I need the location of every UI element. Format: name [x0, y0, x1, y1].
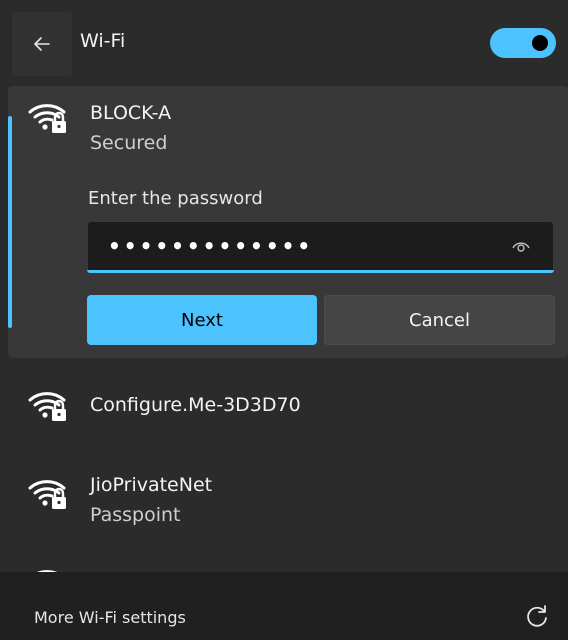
wifi-secured-icon — [28, 104, 66, 133]
back-button[interactable] — [12, 12, 72, 76]
wifi-secured-icon — [28, 392, 66, 421]
next-button[interactable]: Next — [87, 295, 317, 345]
network-name[interactable]: JioPrivateNet — [90, 474, 212, 496]
refresh-icon[interactable] — [524, 603, 550, 629]
password-label: Enter the password — [88, 188, 263, 209]
password-focus-underline — [87, 270, 554, 273]
network-name[interactable]: Configure.Me-3D3D70 — [90, 394, 301, 416]
network-status: Secured — [90, 132, 168, 154]
footer-bar — [0, 572, 568, 640]
network-status: Passpoint — [90, 504, 181, 526]
wifi-header: Wi-Fi — [0, 0, 568, 86]
password-value: ••••••••••••• — [108, 234, 314, 258]
eye-icon[interactable] — [511, 238, 531, 254]
wifi-secured-icon — [28, 480, 66, 509]
toggle-knob — [532, 35, 548, 51]
wifi-toggle[interactable] — [490, 28, 556, 58]
back-arrow-icon — [34, 37, 50, 51]
page-title: Wi-Fi — [80, 30, 126, 52]
wifi-flyout-panel: Wi-Fi BLOCK-A Secured Enter the password… — [0, 0, 568, 640]
selection-indicator — [8, 116, 12, 328]
cancel-button[interactable]: Cancel — [324, 295, 555, 345]
network-name[interactable]: BLOCK-A — [90, 102, 171, 124]
more-wifi-settings-link[interactable]: More Wi-Fi settings — [34, 608, 186, 627]
